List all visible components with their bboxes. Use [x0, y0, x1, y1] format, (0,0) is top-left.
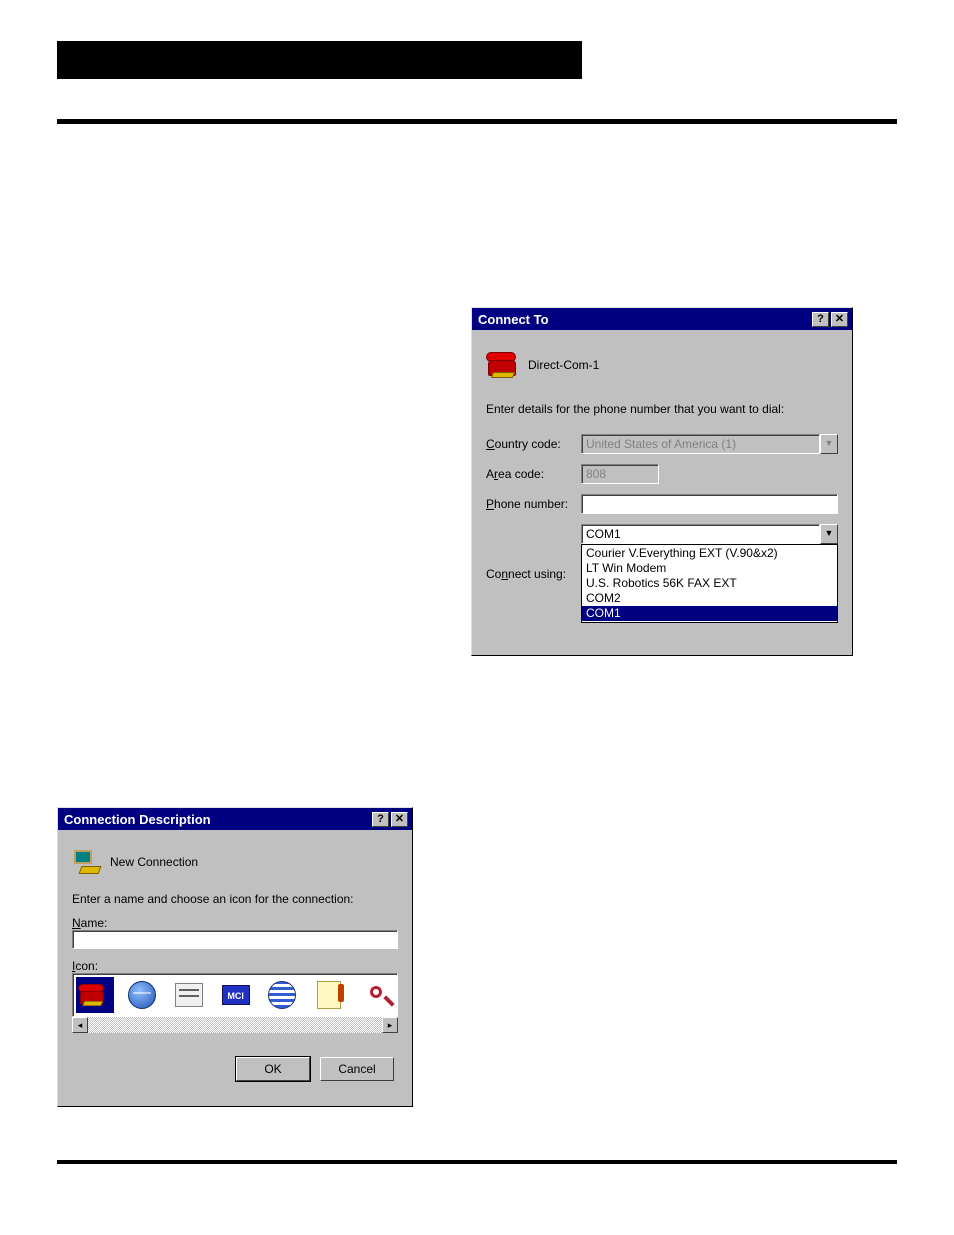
new-connection-icon [72, 848, 102, 876]
close-button[interactable]: ✕ [391, 812, 408, 827]
help-button[interactable]: ? [372, 812, 389, 827]
connect-using-combo[interactable]: COM1 [581, 524, 820, 544]
connect-using-label: Connect using: [486, 567, 581, 581]
connect-to-titlebar[interactable]: Connect To ? ✕ [472, 308, 852, 330]
conn-desc-titlebar[interactable]: Connection Description ? ✕ [58, 808, 412, 830]
country-code-combo: United States of America (1) [581, 434, 820, 454]
connection-name: Direct-Com-1 [528, 358, 599, 372]
connect-to-title: Connect To [478, 312, 810, 327]
country-code-label: Country code: [486, 437, 581, 451]
connect-to-dialog: Connect To ? ✕ Direct-Com-1 Enter detail… [471, 307, 853, 656]
icon-option-news[interactable] [171, 977, 208, 1013]
connection-description-dialog: Connection Description ? ✕ New Connectio… [57, 807, 413, 1107]
phone-number-input[interactable] [581, 494, 838, 514]
help-button[interactable]: ? [812, 312, 829, 327]
icon-label: Icon: [72, 959, 398, 973]
country-code-drop-icon: ▼ [820, 434, 838, 454]
cancel-button[interactable]: Cancel [320, 1057, 394, 1081]
phone-number-label: Phone number: [486, 497, 581, 511]
conn-desc-header-text: New Connection [110, 855, 198, 869]
close-button[interactable]: ✕ [831, 312, 848, 327]
connect-using-drop-icon[interactable]: ▼ [820, 524, 838, 544]
page-header-black-bar [57, 41, 582, 79]
scroll-left-icon[interactable]: ◂ [72, 1017, 88, 1033]
connect-to-body: Direct-Com-1 Enter details for the phone… [472, 330, 852, 637]
globe-icon [128, 981, 156, 1009]
mci-icon: MCI [222, 985, 250, 1005]
conn-desc-instruction: Enter a name and choose an icon for the … [72, 892, 398, 906]
connect-option-1[interactable]: LT Win Modem [582, 561, 837, 576]
att-globe-icon [268, 981, 296, 1009]
icon-option-att[interactable] [264, 977, 301, 1013]
ok-button[interactable]: OK [236, 1057, 310, 1081]
magnifier-icon [370, 986, 382, 998]
connect-option-2[interactable]: U.S. Robotics 56K FAX EXT [582, 576, 837, 591]
scroll-track[interactable] [88, 1017, 382, 1033]
icon-option-globe[interactable] [124, 977, 161, 1013]
connect-option-0[interactable]: Courier V.Everything EXT (V.90&x2) [582, 546, 837, 561]
name-input[interactable] [72, 930, 398, 949]
icon-option-note[interactable] [311, 977, 348, 1013]
icon-option-magnifier[interactable] [357, 977, 394, 1013]
icon-option-mci[interactable]: MCI [217, 977, 254, 1013]
phone-icon [486, 350, 520, 380]
area-code-input: 808 [581, 464, 659, 484]
name-label: Name: [72, 916, 398, 930]
page-divider-top [57, 119, 897, 124]
scroll-right-icon[interactable]: ▸ [382, 1017, 398, 1033]
conn-desc-title: Connection Description [64, 812, 370, 827]
connect-option-4[interactable]: COM1 [582, 606, 837, 621]
connect-to-instruction: Enter details for the phone number that … [486, 402, 838, 416]
notepad-icon [317, 981, 341, 1009]
connect-option-3[interactable]: COM2 [582, 591, 837, 606]
icon-chooser: MCI [72, 973, 398, 1017]
conn-desc-body: New Connection Enter a name and choose a… [58, 830, 412, 1095]
newspaper-icon [175, 983, 203, 1007]
icon-scrollbar[interactable]: ◂ ▸ [72, 1017, 398, 1033]
connect-using-dropdown[interactable]: Courier V.Everything EXT (V.90&x2) LT Wi… [581, 544, 838, 623]
page-divider-bottom [57, 1160, 897, 1164]
icon-option-phone[interactable] [76, 977, 114, 1013]
area-code-label: Area code: [486, 467, 581, 481]
